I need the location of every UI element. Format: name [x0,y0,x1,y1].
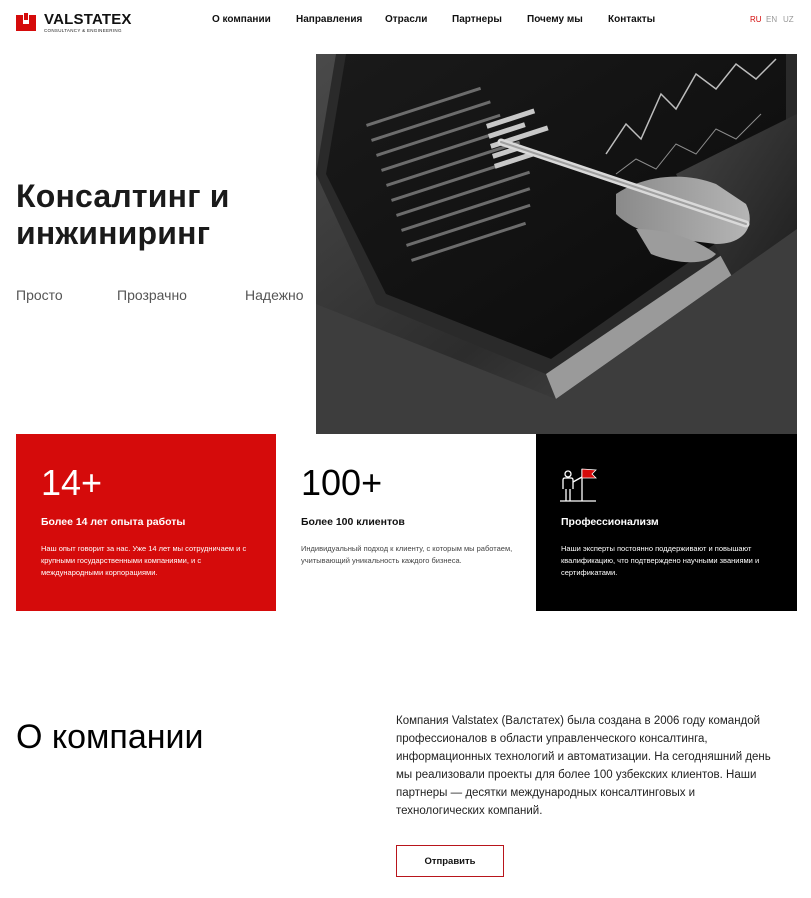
nav-item-partners[interactable]: Партнеры [452,14,502,25]
tagline-reliable: Надежно [245,287,304,303]
submit-button[interactable]: Отправить [396,845,504,877]
nav-item-contacts[interactable]: Контакты [608,14,655,25]
nav-item-directions[interactable]: Направления [296,14,362,25]
about-title: О компании [16,718,204,756]
stat-card-clients: 100+ Более 100 клиентов Индивидуальный п… [276,434,536,611]
stat-card-professionalism: Профессионализм Наши эксперты постоянно … [536,434,797,611]
stat-number: 14+ [41,462,103,503]
logo-mark-icon [16,13,36,31]
stat-card-experience: 14+ Более 14 лет опыта работы Наш опыт г… [16,434,276,611]
stat-number: 100+ [301,462,383,503]
hero-title: Консалтинг и инжиниринг [16,178,230,251]
stat-description: Наш опыт говорит за нас. Уже 14 лет мы с… [41,544,247,577]
nav-item-industries[interactable]: Отрасли [385,14,427,25]
stat-title: Более 14 лет опыта работы [41,516,186,528]
logo-name: VALSTATEX [44,11,132,28]
lang-en[interactable]: EN [766,15,777,24]
stat-description: Индивидуальный подход к клиенту, с котор… [301,544,513,565]
tagline-transparent: Прозрачно [117,287,187,303]
stat-title: Профессионализм [561,516,659,528]
lang-ru[interactable]: RU [750,15,762,24]
logo[interactable]: VALSTATEX CONSULTANCY & ENGINEERING [16,12,132,34]
logo-tagline: CONSULTANCY & ENGINEERING [44,28,122,33]
stat-description: Наши эксперты постоянно поддерживают и п… [561,544,760,577]
nav-item-why-us[interactable]: Почему мы [527,14,583,25]
expert-flag-icon [560,468,597,502]
tagline-simple: Просто [16,287,63,303]
hero-photo [316,54,797,434]
tablet-chart-photo [316,54,797,434]
lang-uz[interactable]: UZ [783,15,794,24]
about-description: Компания Valstatex (Валстатех) была созд… [396,715,771,817]
nav-item-about[interactable]: О компании [212,14,271,25]
stat-title: Более 100 клиентов [301,516,405,528]
